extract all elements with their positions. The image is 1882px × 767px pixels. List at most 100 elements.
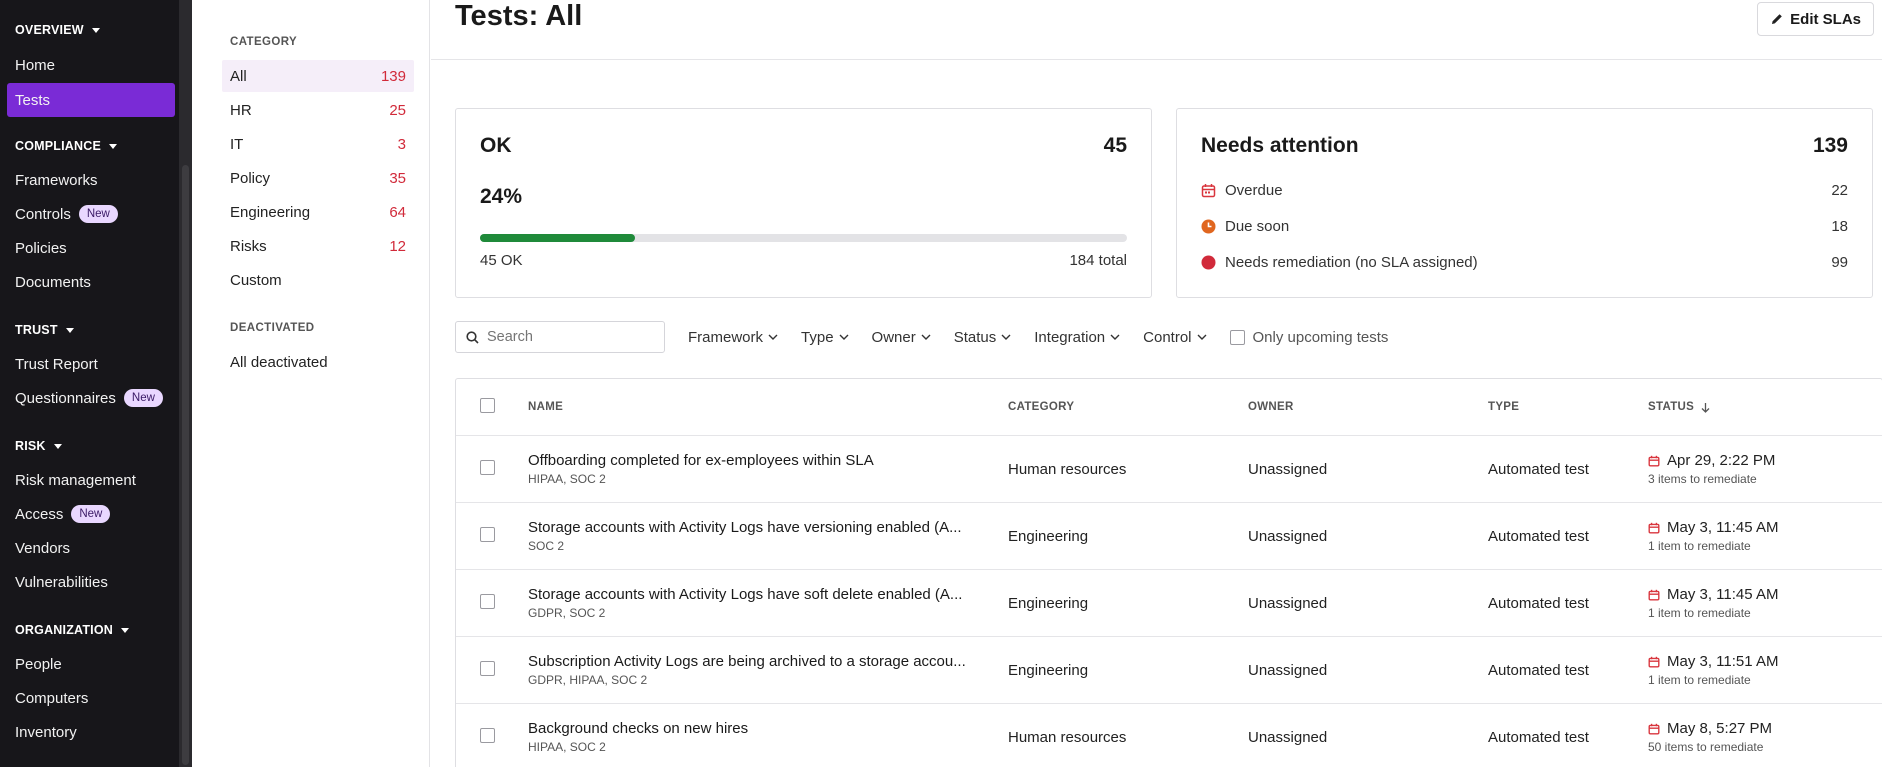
search-icon: [466, 330, 479, 344]
sidebar-item-label: Tests: [15, 91, 51, 109]
category-label: Engineering: [230, 203, 311, 221]
only-upcoming-toggle[interactable]: Only upcoming tests: [1229, 329, 1388, 346]
nav-section-overview: OVERVIEW: [0, 19, 115, 41]
sidebar-item-vulnerabilities[interactable]: Vulnerabilities: [15, 565, 108, 599]
nav-heading-trust[interactable]: TRUST: [15, 319, 74, 341]
calendar-icon: [1648, 723, 1660, 734]
chevron-down-icon: [1001, 334, 1011, 340]
sidebar-item-access[interactable]: Access New: [15, 497, 111, 531]
sidebar-item-label: Home: [15, 56, 56, 74]
category-heading: CATEGORY: [230, 36, 298, 48]
filter-bar: Framework Type Owner Status Integration …: [455, 321, 1388, 353]
row-checkbox[interactable]: [480, 660, 495, 676]
column-header-owner[interactable]: OWNER: [1248, 401, 1488, 413]
table-row[interactable]: Storage accounts with Activity Logs have…: [456, 503, 1882, 570]
category-label: Risks: [230, 237, 267, 255]
row-name[interactable]: Background checks on new hires: [528, 720, 978, 737]
attention-row-count: 99: [1831, 253, 1848, 271]
integration-filter[interactable]: Integration: [1034, 329, 1120, 346]
main-content: Tests: All Edit SLAs OK 45 24% 45 OK 184…: [431, 0, 1882, 767]
row-checkbox[interactable]: [480, 526, 495, 542]
sidebar-item-risk-management[interactable]: Risk management: [15, 463, 136, 497]
nav-heading-organization[interactable]: ORGANIZATION: [15, 619, 129, 641]
new-badge: New: [78, 205, 118, 223]
caret-down-icon: [121, 627, 129, 633]
sidebar-scrollbar[interactable]: [179, 0, 192, 767]
chevron-down-icon: [1197, 334, 1207, 340]
sidebar-item-policies[interactable]: Policies: [15, 231, 67, 265]
needs-attention-count: 139: [1812, 134, 1848, 157]
row-type: Automated test: [1488, 460, 1589, 478]
attention-row-needs-remediation[interactable]: Needs remediation (no SLA assigned) 99: [1201, 251, 1848, 273]
needs-attention-card: Needs attention 139 Overdue 22 Due soon …: [1176, 108, 1873, 298]
nav-heading-label: TRUST: [15, 323, 58, 337]
attention-row-due-soon[interactable]: Due soon 18: [1201, 215, 1848, 237]
ok-percent: 24%: [480, 185, 523, 208]
select-all-checkbox[interactable]: [480, 398, 495, 413]
row-checkbox[interactable]: [480, 727, 495, 743]
category-item-risks[interactable]: Risks 12: [222, 230, 414, 262]
sidebar-item-label: Vulnerabilities: [15, 573, 108, 591]
sidebar-item-people[interactable]: People: [15, 647, 62, 681]
filter-label: Status: [953, 328, 997, 346]
table-row[interactable]: Storage accounts with Activity Logs have…: [456, 570, 1882, 637]
category-item-engineering[interactable]: Engineering 64: [222, 196, 414, 228]
sidebar-item-trust-report[interactable]: Trust Report: [15, 347, 98, 381]
sidebar-item-documents[interactable]: Documents: [15, 265, 91, 299]
edit-slas-button[interactable]: Edit SLAs: [1757, 2, 1874, 36]
nav-heading-compliance[interactable]: COMPLIANCE: [15, 135, 118, 157]
sidebar-item-home[interactable]: Home: [15, 48, 55, 82]
row-status: May 3, 11:45 AM: [1667, 519, 1779, 536]
calendar-icon: [1648, 522, 1660, 533]
category-item-it[interactable]: IT 3: [222, 128, 414, 160]
sidebar-item-frameworks[interactable]: Frameworks: [15, 163, 98, 197]
clock-icon: [1201, 219, 1216, 233]
category-item-custom[interactable]: Custom: [222, 264, 414, 296]
type-filter[interactable]: Type: [801, 329, 849, 346]
search-field[interactable]: [455, 321, 665, 353]
framework-filter[interactable]: Framework: [688, 329, 778, 346]
table-row[interactable]: Offboarding completed for ex-employees w…: [456, 436, 1882, 503]
row-checkbox[interactable]: [480, 459, 495, 475]
sidebar-scrollbar-thumb[interactable]: [182, 165, 189, 765]
attention-row-overdue[interactable]: Overdue 22: [1201, 179, 1848, 201]
header-divider: [431, 59, 1882, 60]
sidebar-item-questionnaires[interactable]: Questionnaires New: [15, 381, 163, 415]
sidebar-item-inventory[interactable]: Inventory: [15, 715, 77, 749]
sidebar-item-computers[interactable]: Computers: [15, 681, 88, 715]
row-name[interactable]: Offboarding completed for ex-employees w…: [528, 452, 978, 469]
ok-card-title: OK: [480, 134, 512, 157]
row-type: Automated test: [1488, 594, 1589, 612]
owner-filter[interactable]: Owner: [872, 329, 931, 346]
row-category: Engineering: [1008, 594, 1089, 612]
column-header-category[interactable]: CATEGORY: [1008, 401, 1248, 413]
sidebar-item-controls[interactable]: Controls New: [15, 197, 118, 231]
calendar-icon: [1648, 589, 1660, 600]
row-name[interactable]: Storage accounts with Activity Logs have…: [528, 586, 978, 603]
nav-heading-risk[interactable]: RISK: [15, 435, 62, 457]
row-checkbox[interactable]: [480, 593, 495, 609]
only-upcoming-checkbox[interactable]: [1229, 329, 1245, 345]
status-filter[interactable]: Status: [954, 329, 1012, 346]
column-header-type[interactable]: TYPE: [1488, 401, 1648, 413]
pencil-icon: [1772, 14, 1782, 24]
column-header-status[interactable]: STATUS: [1648, 401, 1882, 413]
page-title: Tests: All: [455, 0, 583, 32]
nav-heading-overview[interactable]: OVERVIEW: [15, 19, 100, 41]
row-name[interactable]: Storage accounts with Activity Logs have…: [528, 519, 978, 536]
sidebar-item-vendors[interactable]: Vendors: [15, 531, 70, 565]
category-item-all-deactivated[interactable]: All deactivated: [222, 346, 414, 378]
column-header-name[interactable]: NAME: [528, 401, 1008, 413]
row-name[interactable]: Subscription Activity Logs are being arc…: [528, 653, 978, 670]
sidebar-item-tests[interactable]: Tests: [7, 83, 175, 117]
category-item-policy[interactable]: Policy 35: [222, 162, 414, 194]
control-filter[interactable]: Control: [1143, 329, 1207, 346]
table-row[interactable]: Background checks on new hires HIPAA, SOC…: [456, 704, 1882, 767]
table-row[interactable]: Subscription Activity Logs are being arc…: [456, 637, 1882, 704]
category-label: IT: [230, 135, 244, 153]
left-sidebar: OVERVIEW Home Tests COMPLIANCE Framework…: [0, 0, 192, 767]
category-item-all[interactable]: All 139: [222, 60, 414, 92]
search-input[interactable]: [487, 329, 647, 345]
row-frameworks: GDPR, SOC 2: [528, 606, 606, 620]
category-item-hr[interactable]: HR 25: [222, 94, 414, 126]
